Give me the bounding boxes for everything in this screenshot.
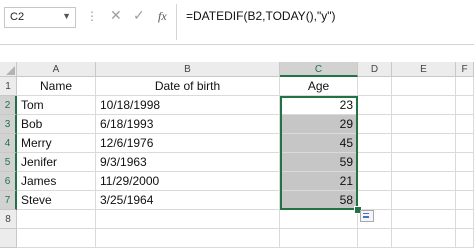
cell-b2[interactable]: 10/18/1998: [96, 96, 280, 115]
cell-c2[interactable]: 23: [280, 96, 358, 115]
chevron-down-icon[interactable]: ▼: [62, 11, 71, 21]
cell-d9[interactable]: [358, 229, 392, 248]
insert-function-icon[interactable]: fx: [158, 9, 167, 24]
column-header-f[interactable]: F: [456, 62, 474, 77]
cell-b3[interactable]: 6/18/1993: [96, 115, 280, 134]
cell-f8[interactable]: [456, 210, 474, 229]
cell-c6[interactable]: 21: [280, 172, 358, 191]
cell-d2[interactable]: [358, 96, 392, 115]
cell-e8[interactable]: [392, 210, 456, 229]
cell-a4[interactable]: Merry: [17, 134, 96, 153]
column-header-c[interactable]: C: [280, 62, 358, 77]
more-options-icon[interactable]: ⋮: [86, 9, 98, 23]
formula-separator: [176, 4, 177, 40]
row-header-7[interactable]: 7: [0, 191, 17, 210]
formula-bar-divider: [0, 44, 474, 45]
cell-c1[interactable]: Age: [280, 77, 358, 96]
cell-d7[interactable]: [358, 191, 392, 210]
cell-f9[interactable]: [456, 229, 474, 248]
row-header-4[interactable]: 4: [0, 134, 17, 153]
cell-f7[interactable]: [456, 191, 474, 210]
cell-a1[interactable]: Name: [17, 77, 96, 96]
row-header-3[interactable]: 3: [0, 115, 17, 134]
formula-input[interactable]: =DATEDIF(B2,TODAY(),"y"): [186, 9, 336, 23]
row-header-6[interactable]: 6: [0, 172, 17, 191]
cell-f2[interactable]: [456, 96, 474, 115]
row-header-9[interactable]: [0, 229, 17, 248]
column-header-e[interactable]: E: [392, 62, 456, 77]
quick-analysis-icon[interactable]: [360, 210, 374, 222]
cell-d5[interactable]: [358, 153, 392, 172]
cell-a6[interactable]: James: [17, 172, 96, 191]
cell-b7[interactable]: 3/25/1964: [96, 191, 280, 210]
cell-e2[interactable]: [392, 96, 456, 115]
cell-c7[interactable]: 58: [280, 191, 358, 210]
cell-a9[interactable]: [17, 229, 96, 248]
cell-c4[interactable]: 45: [280, 134, 358, 153]
row-header-5[interactable]: 5: [0, 153, 17, 172]
cell-a3[interactable]: Bob: [17, 115, 96, 134]
cell-a8[interactable]: [17, 210, 96, 229]
cell-d4[interactable]: [358, 134, 392, 153]
formula-bar: C2 ▼ ⋮ ✕ ✓ fx =DATEDIF(B2,TODAY(),"y"): [0, 0, 474, 44]
cell-e6[interactable]: [392, 172, 456, 191]
cell-d3[interactable]: [358, 115, 392, 134]
column-header-b[interactable]: B: [96, 62, 280, 77]
row-header-1[interactable]: 1: [0, 77, 17, 96]
cell-f1[interactable]: [456, 77, 474, 96]
row-header-2[interactable]: 2: [0, 96, 17, 115]
cell-e4[interactable]: [392, 134, 456, 153]
cell-e3[interactable]: [392, 115, 456, 134]
cell-c3[interactable]: 29: [280, 115, 358, 134]
cell-a5[interactable]: Jenifer: [17, 153, 96, 172]
cell-b4[interactable]: 12/6/1976: [96, 134, 280, 153]
cell-e7[interactable]: [392, 191, 456, 210]
name-box-value: C2: [10, 11, 25, 23]
cell-d6[interactable]: [358, 172, 392, 191]
name-box[interactable]: C2 ▼: [4, 7, 76, 28]
enter-icon[interactable]: ✓: [133, 7, 145, 24]
cell-b9[interactable]: [96, 229, 280, 248]
select-all-button[interactable]: [0, 62, 17, 77]
cell-a7[interactable]: Steve: [17, 191, 96, 210]
column-header-a[interactable]: A: [17, 62, 96, 77]
cell-f4[interactable]: [456, 134, 474, 153]
cell-e9[interactable]: [392, 229, 456, 248]
cell-d1[interactable]: [358, 77, 392, 96]
row-header-8[interactable]: 8: [0, 210, 17, 229]
cell-c8[interactable]: [280, 210, 358, 229]
cell-b8[interactable]: [96, 210, 280, 229]
cancel-icon[interactable]: ✕: [110, 7, 122, 24]
cell-e1[interactable]: [392, 77, 456, 96]
cell-f5[interactable]: [456, 153, 474, 172]
cell-f3[interactable]: [456, 115, 474, 134]
cell-b5[interactable]: 9/3/1963: [96, 153, 280, 172]
cell-b6[interactable]: 11/29/2000: [96, 172, 280, 191]
cell-f6[interactable]: [456, 172, 474, 191]
cell-b1[interactable]: Date of birth: [96, 77, 280, 96]
cell-e5[interactable]: [392, 153, 456, 172]
cell-c9[interactable]: [280, 229, 358, 248]
column-header-d[interactable]: D: [358, 62, 392, 77]
cell-a2[interactable]: Tom: [17, 96, 96, 115]
cell-c5[interactable]: 59: [280, 153, 358, 172]
